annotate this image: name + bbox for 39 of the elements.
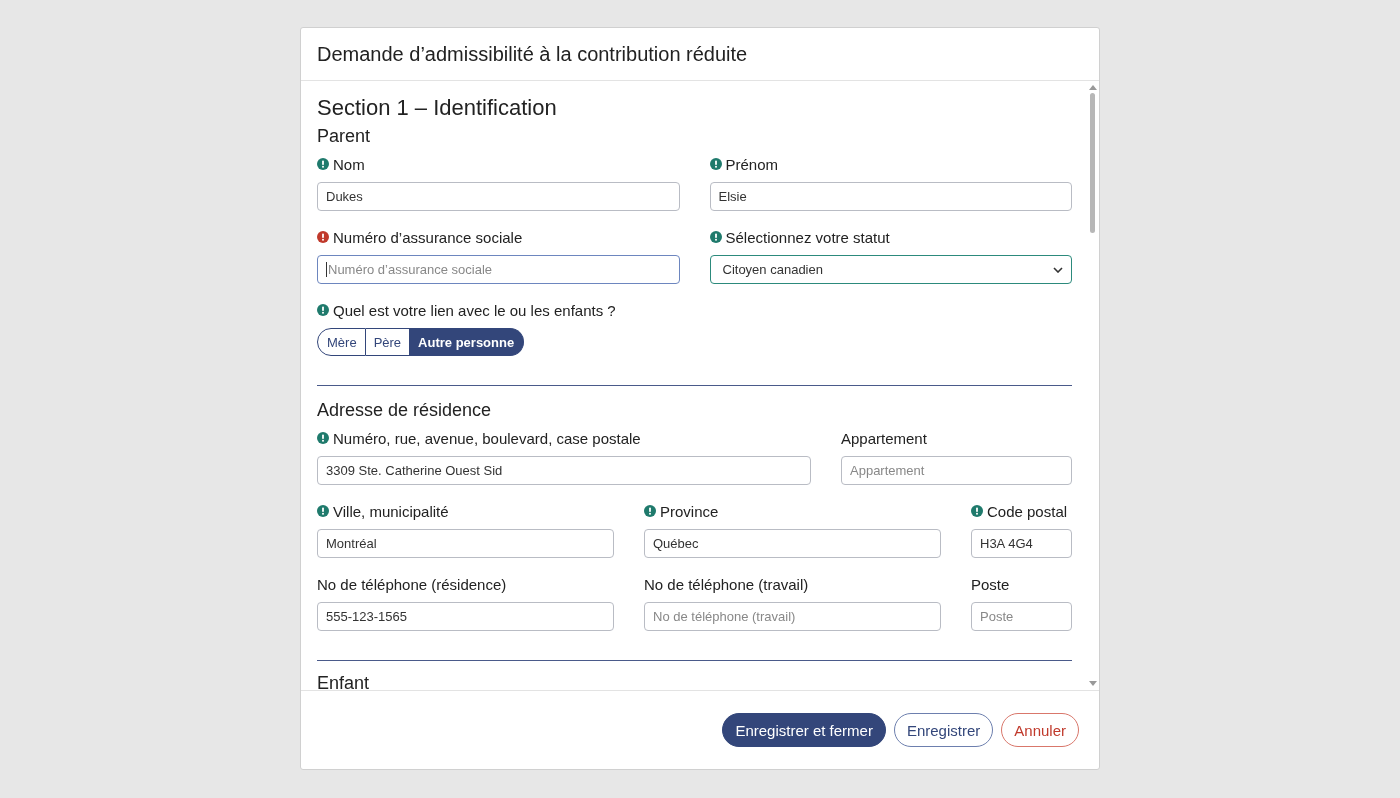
field-label: No de téléphone (résidence) [317,575,507,593]
group-heading: Adresse de résidence [317,399,493,422]
field-label: Sélectionnez votre statut [725,228,890,246]
dialog-title: Demande d’admissibilité à la contribution réduite [317,42,748,66]
group-heading: Enfant [317,672,371,690]
status-select[interactable]: Citoyen canadien [709,255,1072,284]
group-heading: Parent [317,125,372,148]
field-label: Numéro, rue, avenue, boulevard, case postale [333,429,641,447]
field-label: Appartement [841,429,927,447]
field-label: Nom [333,155,365,173]
input-field[interactable]: Dukes [317,182,680,211]
field-label: Province [660,502,719,520]
relation-option[interactable]: Mère [317,328,366,356]
input-field[interactable]: No de téléphone (travail) [644,602,941,631]
footer-button[interactable]: Enregistrer [893,713,994,747]
footer-button[interactable]: Enregistrer et fermer [722,713,886,747]
input-field[interactable]: Montréal [317,529,614,558]
relation-option[interactable]: Père [365,328,411,356]
section-title: Section 1 – Identification [317,94,558,122]
input-field[interactable]: Québec [644,529,941,558]
field-label: Code postal [987,502,1068,520]
relation-option[interactable]: Autre personne [410,328,525,356]
field-label: Prénom [725,155,779,173]
input-field[interactable]: Poste [971,602,1072,631]
input-field[interactable]: H3A 4G4 [971,529,1072,558]
input-field[interactable]: 3309 Ste. Catherine Ouest Sid [317,456,811,485]
field-label: Ville, municipalité [333,502,449,520]
field-label: Poste [971,575,1010,593]
input-field[interactable]: Appartement [841,456,1072,485]
scroll-up-icon[interactable] [1088,84,1097,90]
input-field[interactable]: 555-123-1565 [317,602,614,631]
chevron-down-icon [1053,266,1063,273]
footer-button[interactable]: Annuler [1001,713,1079,747]
scroll-down-icon[interactable] [1088,681,1097,687]
field-label: Quel est votre lien avec le ou les enfants ? [333,301,616,319]
input-field[interactable]: Numéro d’assurance sociale [317,255,680,284]
field-label: No de téléphone (travail) [644,575,809,593]
field-label: Numéro d’assurance sociale [333,228,523,246]
input-field[interactable]: Elsie [709,182,1072,211]
